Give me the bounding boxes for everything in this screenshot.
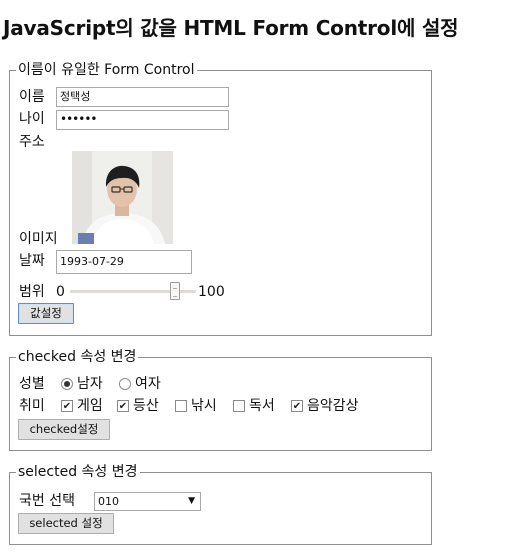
set-checked-button[interactable]: checked설정 <box>18 419 110 440</box>
fieldset-legend: 이름이 유일한 Form Control <box>16 62 197 78</box>
checkbox-reading[interactable] <box>233 400 245 412</box>
name-label: 이름 <box>19 89 45 105</box>
area-code-label: 국번 선택 <box>19 493 75 509</box>
selected-option: 010 <box>98 495 119 508</box>
radio-male-label: 남자 <box>77 376 103 392</box>
image-label: 이미지 <box>19 231 58 247</box>
checkbox-hiking-label: 등산 <box>133 398 159 414</box>
form-control-fieldset: 이름이 유일한 Form Control 이름 정택성 나이 •••••• 주소 <box>9 62 432 336</box>
radio-male[interactable] <box>61 378 73 390</box>
area-code-select[interactable]: 010 ▼ <box>94 492 201 511</box>
date-label: 날짜 <box>19 253 45 269</box>
radio-female[interactable] <box>119 378 131 390</box>
radio-female-label: 여자 <box>135 376 161 392</box>
range-slider[interactable] <box>68 281 198 301</box>
selected-legend: selected 속성 변경 <box>16 464 140 480</box>
gender-label: 성별 <box>19 376 45 392</box>
checkbox-game-label: 게임 <box>77 398 103 414</box>
checkbox-music[interactable]: ✔ <box>291 400 303 412</box>
age-label: 나이 <box>19 111 45 127</box>
selected-fieldset: selected 속성 변경 국번 선택 010 ▼ selected 설정 <box>9 464 432 545</box>
checkbox-hiking[interactable]: ✔ <box>117 400 129 412</box>
hobby-label: 취미 <box>19 398 45 414</box>
range-label: 범위 <box>19 284 45 300</box>
range-min: 0 <box>56 284 65 300</box>
date-input[interactable]: 1993-07-29 <box>56 250 192 274</box>
checkbox-game[interactable]: ✔ <box>61 400 73 412</box>
age-password-input[interactable]: •••••• <box>56 110 229 130</box>
checkbox-fishing-label: 낚시 <box>191 398 217 414</box>
checkbox-fishing[interactable] <box>175 400 187 412</box>
name-input[interactable]: 정택성 <box>56 87 229 107</box>
address-label: 주소 <box>19 134 45 150</box>
set-values-button[interactable]: 값설정 <box>18 303 74 324</box>
dropdown-arrow-icon: ▼ <box>188 496 195 506</box>
slider-thumb[interactable] <box>170 282 180 300</box>
range-max: 100 <box>198 284 225 300</box>
page-title: JavaScript의 값을 HTML Form Control에 설정 <box>3 16 459 40</box>
checked-fieldset: checked 속성 변경 성별 남자 여자 취미 ✔ 게임 ✔ 등산 낚시 독… <box>9 349 432 451</box>
checkbox-reading-label: 독서 <box>249 398 275 414</box>
profile-photo <box>72 151 173 244</box>
checked-legend: checked 속성 변경 <box>16 349 139 365</box>
set-selected-button[interactable]: selected 설정 <box>18 513 114 534</box>
checkbox-music-label: 음악감상 <box>307 398 359 414</box>
